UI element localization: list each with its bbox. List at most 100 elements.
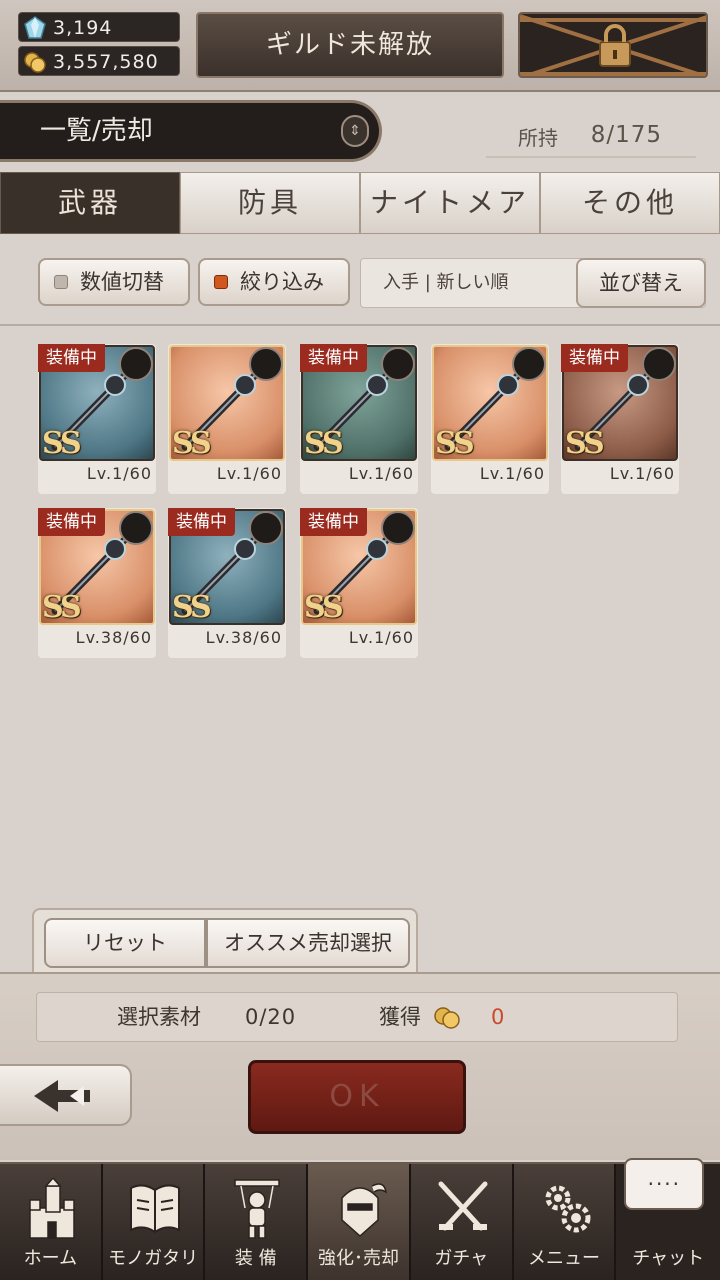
weapon-card[interactable]: 装備中 SS Lv.1/60	[300, 508, 418, 658]
chat-bubble-icon: ....	[624, 1158, 705, 1210]
equipped-badge: 装備中	[38, 344, 105, 372]
tab-other[interactable]: その他	[540, 172, 720, 234]
weapon-card[interactable]: 装備中 SS Lv.1/60	[561, 344, 679, 494]
nav-chat-label: チャット	[632, 1248, 705, 1269]
weapon-level: Lv.1/60	[348, 464, 414, 483]
gold-count: 3,557,580	[53, 51, 159, 73]
skull-icon	[381, 511, 415, 545]
book-icon	[129, 1184, 180, 1234]
nav-story[interactable]: モノガタリ	[102, 1164, 206, 1280]
filter-row: 数値切替 絞り込み 入手 | 新しい順 並び替え	[0, 246, 720, 326]
weapon-card[interactable]: 装備中 SS Lv.1/60	[38, 344, 156, 494]
spear-icon	[249, 511, 283, 545]
rarity-label: SS	[42, 590, 82, 625]
gem-icon	[24, 16, 46, 39]
gold-counter[interactable]: 3,557,580	[18, 46, 180, 76]
list-title-bar[interactable]: 一覧/売却 ⇕	[0, 100, 382, 162]
helmet-icon	[341, 1183, 388, 1238]
rarity-label: SS	[172, 590, 212, 625]
chain-icon	[520, 14, 706, 76]
weapon-level: Lv.1/60	[216, 464, 282, 483]
nav-enhance-sell-label: 強化･売却	[318, 1248, 400, 1269]
back-arrow-icon	[34, 1080, 90, 1112]
tab-nightmare[interactable]: ナイトメア	[360, 172, 540, 234]
nav-gacha[interactable]: ガチャ	[410, 1164, 514, 1280]
rarity-label: SS	[42, 426, 82, 461]
gem-count: 3,194	[53, 17, 113, 39]
gold-coin-icon	[434, 1007, 460, 1029]
ok-button[interactable]: OK	[248, 1060, 466, 1134]
selection-summary: 選択素材 0/20 獲得 0	[36, 992, 678, 1042]
switch-arrows-icon[interactable]: ⇕	[341, 115, 369, 147]
selected-label: 選択素材	[117, 1005, 201, 1029]
weapon-card[interactable]: SS Lv.1/60	[168, 344, 286, 494]
staff-icon	[512, 347, 546, 381]
filter-indicator-icon	[214, 275, 228, 289]
rarity-label: SS	[304, 426, 344, 461]
weapon-level: Lv.1/60	[479, 464, 545, 483]
gain-value: 0	[491, 1005, 505, 1029]
weapon-level: Lv.1/60	[86, 464, 152, 483]
sell-panel: 選択素材 0/20 獲得 0 OK	[0, 972, 720, 1160]
selection-tools: リセット オススメ売却選択	[32, 908, 418, 974]
rarity-label: SS	[304, 590, 344, 625]
recommend-sell-button[interactable]: オススメ売却選択	[206, 918, 410, 968]
nav-equipment-label: 装 備	[234, 1248, 277, 1269]
owned-label: 所持	[518, 126, 558, 150]
equipped-badge: 装備中	[168, 508, 235, 536]
gold-coin-icon	[24, 52, 46, 73]
rarity-label: SS	[172, 426, 212, 461]
nav-menu-label: メニュー	[527, 1248, 600, 1269]
nav-equipment[interactable]: 装 備	[205, 1164, 309, 1280]
value-toggle-button[interactable]: 数値切替	[38, 258, 190, 306]
harp-icon	[249, 347, 283, 381]
nav-gacha-label: ガチャ	[434, 1248, 489, 1269]
filter-button[interactable]: 絞り込み	[198, 258, 350, 306]
locked-chained-button[interactable]	[518, 12, 708, 78]
weapon-card[interactable]: 装備中 SS Lv.38/60	[168, 508, 286, 658]
sword-icon	[119, 347, 153, 381]
weapon-level: Lv.1/60	[609, 464, 675, 483]
equipped-badge: 装備中	[300, 344, 367, 372]
gears-icon	[545, 1185, 591, 1233]
reset-button[interactable]: リセット	[44, 918, 206, 968]
nav-story-label: モノガタリ	[108, 1248, 199, 1269]
weapon-card[interactable]: 装備中 SS Lv.1/60	[300, 344, 418, 494]
staff-icon	[119, 511, 153, 545]
weapon-level: Lv.1/60	[348, 628, 414, 647]
nav-menu[interactable]: メニュー	[513, 1164, 617, 1280]
top-bar: 3,194 3,557,580 ギルド未解放	[0, 0, 720, 92]
nav-home[interactable]: ホーム	[0, 1164, 103, 1280]
weapon-card[interactable]: 装備中 SS Lv.38/60	[38, 508, 156, 658]
gem-counter[interactable]: 3,194	[18, 12, 180, 42]
sort-button[interactable]: 並び替え	[576, 258, 706, 308]
owned-count: 所持 8/175	[486, 118, 696, 158]
gain-label: 獲得	[379, 1005, 421, 1029]
filter-label: 絞り込み	[240, 270, 324, 294]
castle-icon	[29, 1178, 75, 1239]
rarity-label: SS	[435, 426, 475, 461]
weapon-card[interactable]: SS Lv.1/60	[431, 344, 549, 494]
equipped-badge: 装備中	[38, 508, 105, 536]
skull-icon	[642, 347, 676, 381]
nav-enhance-sell[interactable]: 強化･売却	[308, 1164, 411, 1280]
equipped-badge: 装備中	[300, 508, 367, 536]
crossed-swords-icon	[438, 1181, 488, 1231]
value-toggle-label: 数値切替	[80, 270, 164, 294]
puppet-icon	[234, 1179, 281, 1239]
nav-chat[interactable]: .... チャット	[616, 1158, 720, 1280]
tab-armor[interactable]: 防具	[180, 172, 360, 234]
tab-weapons[interactable]: 武器	[0, 172, 180, 234]
weapon-level: Lv.38/60	[75, 628, 152, 647]
skull-icon	[381, 347, 415, 381]
weapon-level: Lv.38/60	[205, 628, 282, 647]
padlock-icon	[599, 24, 631, 67]
guild-button[interactable]: ギルド未解放	[196, 12, 504, 78]
bottom-nav: ホーム モノガタリ 装 備 強化･売却 ガチャ メニュー .... チャット	[0, 1158, 720, 1280]
owned-value: 8/175	[590, 122, 662, 148]
toggle-indicator-icon	[54, 275, 68, 289]
rarity-label: SS	[565, 426, 605, 461]
nav-home-label: ホーム	[23, 1248, 78, 1269]
selected-value: 0/20	[245, 1005, 297, 1029]
back-button[interactable]	[0, 1064, 132, 1126]
